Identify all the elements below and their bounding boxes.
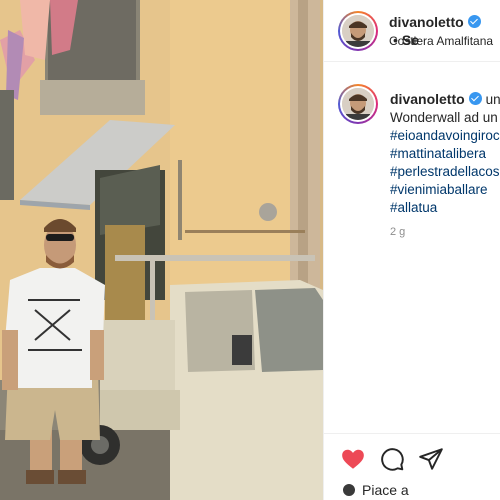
post-location[interactable]: Costiera Amalfitana	[389, 34, 493, 48]
hashtag-link[interactable]: #eioandavoingiroc	[390, 127, 500, 145]
hashtag-link[interactable]: #mattinatalibera	[390, 145, 500, 163]
paper-plane-icon[interactable]	[418, 446, 444, 472]
caption-text-start: un	[485, 92, 500, 107]
post-timestamp[interactable]: 2 g	[390, 226, 405, 238]
hashtag-link[interactable]: #vienimiaballare	[390, 181, 500, 199]
post-caption: divanoletto un Wonderwall ad un #eioandav…	[390, 90, 500, 217]
hashtag-link[interactable]: #perlestradellacos	[390, 163, 500, 181]
author-avatar[interactable]	[338, 11, 378, 51]
likes-summary[interactable]: Piace a	[342, 482, 409, 498]
post-header: divanoletto• Se Costiera Amalfitana	[324, 0, 500, 62]
hashtag-link[interactable]: #allatua	[390, 199, 500, 217]
heart-icon[interactable]	[340, 446, 366, 472]
liker-avatar	[342, 483, 356, 497]
verified-badge-icon	[468, 92, 482, 105]
post-photo[interactable]	[0, 0, 323, 500]
action-bar: Piace a	[324, 433, 500, 500]
author-username[interactable]: divanoletto	[389, 14, 464, 30]
likes-text: Piace a	[362, 482, 409, 498]
post-side-panel: divanoletto• Se Costiera Amalfitana divan…	[323, 0, 500, 500]
verified-badge-icon	[467, 15, 481, 28]
comment-icon[interactable]	[379, 446, 405, 472]
post-image-illustration	[0, 0, 323, 500]
caption-username[interactable]: divanoletto	[390, 91, 465, 107]
caption-text-line: Wonderwall ad un	[390, 110, 498, 125]
caption-avatar[interactable]	[338, 84, 378, 124]
